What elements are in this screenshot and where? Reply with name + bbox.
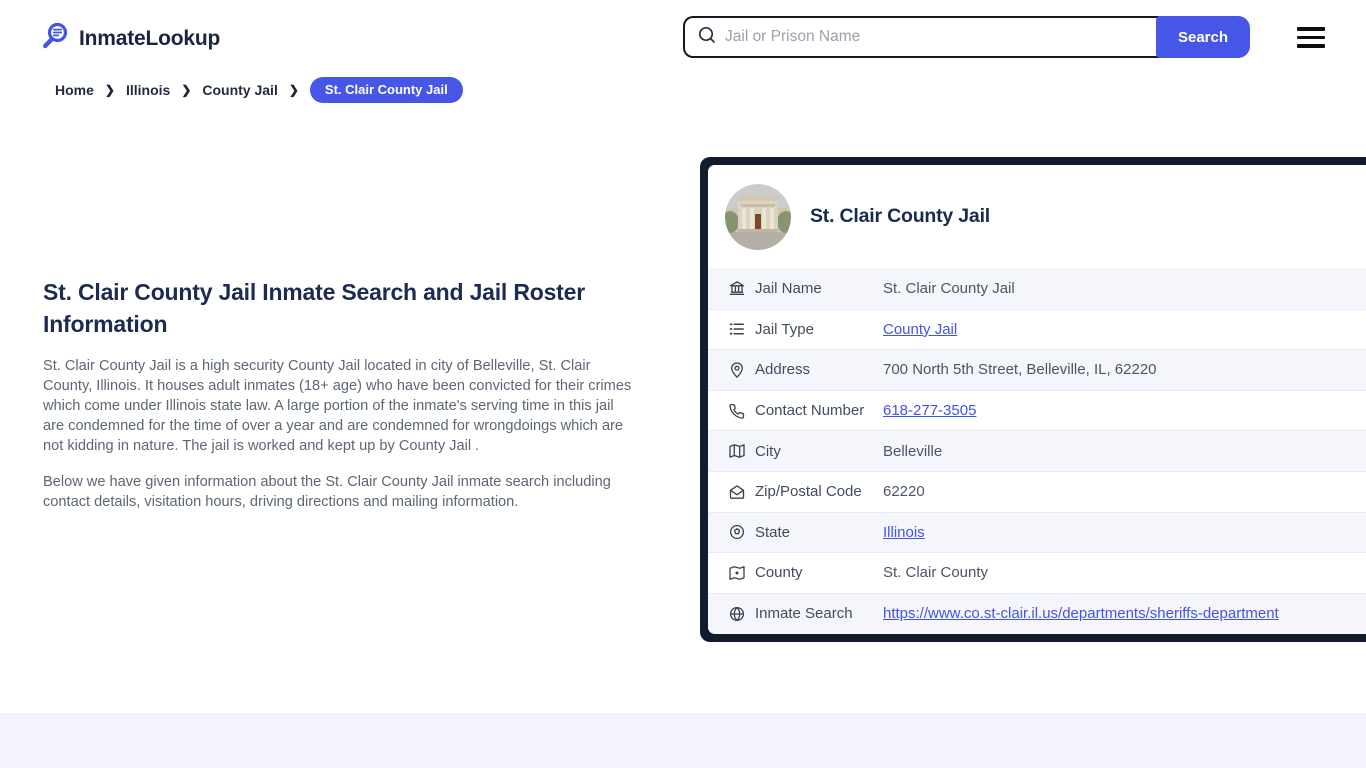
phone-icon (728, 402, 746, 420)
breadcrumb-home[interactable]: Home (55, 82, 94, 98)
chevron-right-icon: ❯ (288, 83, 299, 97)
secondary-paragraph: Below we have given information about th… (43, 474, 611, 510)
table-row-zip: Zip/Postal Code 62220 (708, 470, 1366, 512)
search-button[interactable]: Search (1156, 16, 1250, 58)
table-row-inmate-search: Inmate Search https://www.co.st-clair.il… (708, 592, 1366, 634)
row-label: County (755, 564, 803, 582)
county-map-icon (728, 564, 746, 582)
inmate-search-link[interactable]: https://www.co.st-clair.il.us/department… (883, 605, 1279, 622)
jail-photo-avatar (725, 183, 791, 250)
table-row-address: Address 700 North 5th Street, Belleville… (708, 349, 1366, 390)
breadcrumb: Home ❯ Illinois ❯ County Jail ❯ St. Clai… (55, 77, 463, 103)
row-label: Jail Type (755, 320, 814, 338)
row-value: Belleville (883, 442, 943, 460)
table-row-county: County St. Clair County (708, 552, 1366, 593)
table-row-state: State Illinois (708, 511, 1366, 553)
footer-strip (0, 713, 1366, 768)
globe-icon (728, 605, 746, 623)
chevron-right-icon: ❯ (104, 83, 115, 97)
globe-state-icon (728, 523, 746, 541)
map-pin-icon (728, 361, 746, 379)
breadcrumb-current-badge[interactable]: St. Clair County Jail (309, 77, 463, 103)
jail-type-link[interactable]: County Jail (883, 321, 957, 338)
row-label: Zip/Postal Code (755, 483, 862, 501)
row-value: 62220 (883, 483, 925, 501)
row-label: City (755, 442, 781, 460)
search-input[interactable] (725, 28, 1163, 46)
row-label: Jail Name (755, 279, 822, 297)
list-icon (728, 320, 746, 338)
card-title: St. Clair County Jail (810, 205, 991, 227)
page-title: St. Clair County Jail Inmate Search and … (43, 279, 585, 337)
jail-info-table: Jail Name St. Clair County Jail Jail Typ… (708, 268, 1366, 634)
search-icon (697, 25, 717, 50)
state-link[interactable]: Illinois (883, 524, 925, 541)
hamburger-menu-icon[interactable] (1297, 27, 1325, 48)
row-label: Inmate Search (755, 605, 853, 623)
intro-paragraph: St. Clair County Jail is a high security… (43, 358, 632, 454)
logo-search-icon (40, 21, 70, 56)
row-label: Contact Number (755, 402, 865, 420)
map-icon (728, 442, 746, 460)
row-label: Address (755, 361, 811, 379)
row-value: St. Clair County Jail (883, 279, 1015, 297)
table-row-jail-type: Jail Type County Jail (708, 308, 1366, 350)
mail-icon (728, 483, 746, 501)
breadcrumb-illinois[interactable]: Illinois (126, 82, 170, 98)
logo-text: InmateLookup (79, 26, 221, 50)
logo[interactable]: InmateLookup (40, 21, 220, 56)
search-input-box (683, 16, 1163, 58)
bank-icon (728, 279, 746, 297)
row-value: 700 North 5th Street, Belleville, IL, 62… (883, 361, 1157, 379)
site-search: Search (683, 16, 1250, 58)
breadcrumb-county-jail[interactable]: County Jail (202, 82, 277, 98)
row-label: State (755, 523, 791, 541)
table-row-city: City Belleville (708, 430, 1366, 471)
jail-info-card: St. Clair County Jail Jail Name St. Clai… (700, 157, 1366, 642)
table-row-contact-number: Contact Number 618-277-3505 (708, 389, 1366, 431)
table-row-jail-name: Jail Name St. Clair County Jail (708, 268, 1366, 309)
contact-number-link[interactable]: 618-277-3505 (883, 402, 976, 419)
row-value: St. Clair County (883, 564, 989, 582)
chevron-right-icon: ❯ (181, 83, 192, 97)
